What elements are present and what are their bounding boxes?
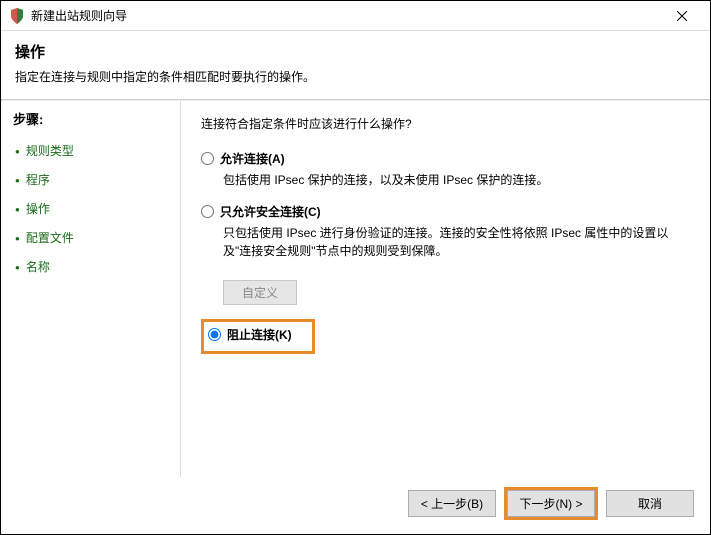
highlight-next: 下一步(N) > — [504, 487, 598, 520]
radio-block[interactable] — [208, 328, 221, 341]
footer: < 上一步(B) 下一步(N) > 取消 — [1, 477, 710, 534]
cancel-button[interactable]: 取消 — [606, 490, 694, 517]
option-block-wrap: 阻止连接(K) — [201, 319, 690, 354]
sidebar-item-program[interactable]: 程序 — [13, 165, 168, 194]
radio-secure[interactable] — [201, 205, 214, 218]
body: 步骤: 规则类型 程序 操作 配置文件 名称 连接符合指定条件时应该进行什么操作… — [1, 101, 710, 477]
option-block-label: 阻止连接(K) — [227, 326, 292, 343]
option-allow-label: 允许连接(A) — [220, 150, 285, 167]
sidebar-item-name[interactable]: 名称 — [13, 252, 168, 281]
highlight-block: 阻止连接(K) — [201, 319, 315, 354]
sidebar-item-label: 程序 — [26, 173, 50, 187]
window-title: 新建出站规则向导 — [31, 7, 662, 24]
header: 操作 指定在连接与规则中指定的条件相匹配时要执行的操作。 — [1, 31, 710, 99]
option-allow-desc: 包括使用 IPsec 保护的连接，以及未使用 IPsec 保护的连接。 — [223, 171, 690, 189]
customize-button: 自定义 — [223, 280, 297, 305]
option-secure: 只允许安全连接(C) 只包括使用 IPsec 进行身份验证的连接。连接的安全性将… — [201, 203, 690, 260]
option-secure-desc: 只包括使用 IPsec 进行身份验证的连接。连接的安全性将依照 IPsec 属性… — [223, 224, 690, 260]
sidebar-item-profile[interactable]: 配置文件 — [13, 223, 168, 252]
custom-button-wrap: 自定义 — [223, 280, 690, 305]
option-allow: 允许连接(A) 包括使用 IPsec 保护的连接，以及未使用 IPsec 保护的… — [201, 150, 690, 189]
sidebar-item-action[interactable]: 操作 — [13, 194, 168, 223]
page-subtitle: 指定在连接与规则中指定的条件相匹配时要执行的操作。 — [15, 68, 696, 85]
sidebar-item-label: 规则类型 — [26, 144, 74, 158]
question-text: 连接符合指定条件时应该进行什么操作? — [201, 115, 690, 132]
firewall-icon — [9, 8, 25, 24]
radio-allow[interactable] — [201, 152, 214, 165]
sidebar-item-label: 配置文件 — [26, 231, 74, 245]
option-secure-label: 只允许安全连接(C) — [220, 203, 321, 220]
titlebar: 新建出站规则向导 — [1, 1, 710, 31]
page-title: 操作 — [15, 41, 696, 62]
wizard-window: 新建出站规则向导 操作 指定在连接与规则中指定的条件相匹配时要执行的操作。 步骤… — [0, 0, 711, 535]
sidebar-item-rule-type[interactable]: 规则类型 — [13, 136, 168, 165]
back-button[interactable]: < 上一步(B) — [408, 490, 496, 517]
content: 连接符合指定条件时应该进行什么操作? 允许连接(A) 包括使用 IPsec 保护… — [181, 101, 710, 477]
sidebar-item-label: 名称 — [26, 260, 50, 274]
steps-label: 步骤: — [13, 109, 168, 128]
sidebar-item-label: 操作 — [26, 202, 50, 216]
close-button[interactable] — [662, 2, 702, 30]
sidebar: 步骤: 规则类型 程序 操作 配置文件 名称 — [1, 101, 181, 477]
next-button[interactable]: 下一步(N) > — [507, 490, 595, 517]
